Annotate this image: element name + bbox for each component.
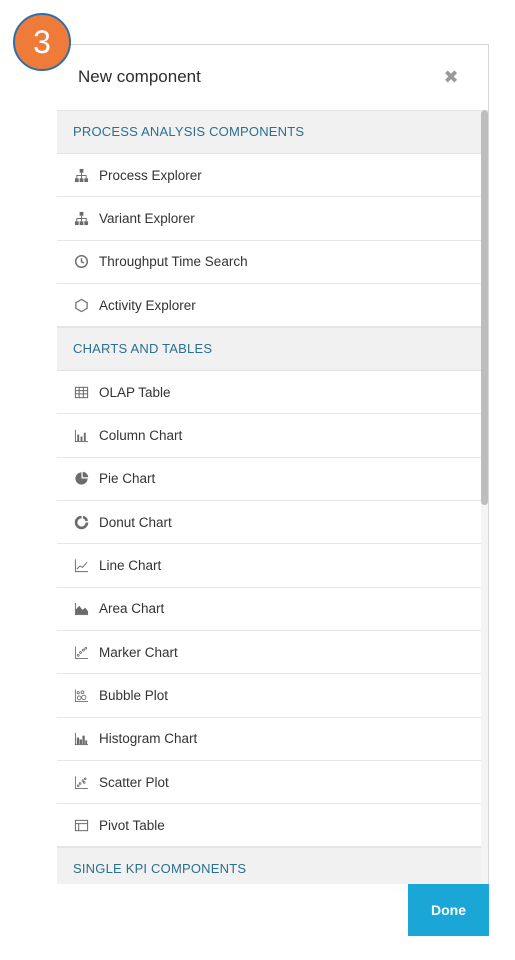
component-item-label: Variant Explorer — [99, 210, 195, 226]
dialog-header: New component ✖ — [57, 45, 488, 110]
section-header: CHARTS AND TABLES — [57, 327, 482, 372]
component-item-label: OLAP Table — [99, 384, 171, 400]
footer-area — [57, 884, 408, 936]
component-item-bubble-plot[interactable]: Bubble Plot — [57, 674, 482, 718]
component-item-label: Line Chart — [99, 558, 162, 574]
component-item-column-chart[interactable]: Column Chart — [57, 414, 482, 458]
hierarchy-icon — [73, 167, 89, 183]
component-item-label: Pie Chart — [99, 471, 156, 487]
component-item-pivot-table[interactable]: Pivot Table — [57, 804, 482, 848]
scatter-plot-icon — [73, 774, 89, 790]
component-item-label: Throughput Time Search — [99, 254, 248, 270]
table-icon — [73, 384, 89, 400]
hierarchy-icon — [73, 210, 89, 226]
marker-chart-icon — [73, 644, 89, 660]
step-badge: 3 — [13, 13, 71, 71]
component-item-label: Process Explorer — [99, 167, 202, 183]
hexagon-icon — [73, 297, 89, 313]
done-button[interactable]: Done — [408, 884, 489, 936]
component-item-area-chart[interactable]: Area Chart — [57, 588, 482, 631]
scrollbar[interactable] — [481, 110, 488, 936]
component-item-label: Histogram Chart — [99, 731, 198, 747]
component-item-scatter-plot[interactable]: Scatter Plot — [57, 761, 482, 805]
component-item-marker-chart[interactable]: Marker Chart — [57, 631, 482, 675]
clock-icon — [73, 254, 89, 270]
component-item-throughput-time-search[interactable]: Throughput Time Search — [57, 241, 482, 284]
section-header: PROCESS ANALYSIS COMPONENTS — [57, 110, 482, 154]
scrollbar-thumb[interactable] — [481, 110, 488, 505]
component-item-olap-table[interactable]: OLAP Table — [57, 371, 482, 415]
component-item-label: Activity Explorer — [99, 297, 196, 313]
close-icon[interactable]: ✖ — [440, 66, 462, 88]
component-item-variant-explorer[interactable]: Variant Explorer — [57, 197, 482, 241]
area-chart-icon — [73, 601, 89, 617]
component-item-process-explorer[interactable]: Process Explorer — [57, 154, 482, 198]
donut-chart-icon — [73, 514, 89, 530]
column-chart-icon — [73, 428, 89, 444]
component-item-label: Column Chart — [99, 428, 183, 444]
component-item-pie-chart[interactable]: Pie Chart — [57, 458, 482, 502]
component-item-line-chart[interactable]: Line Chart — [57, 544, 482, 588]
component-item-label: Donut Chart — [99, 514, 172, 530]
dialog-title: New component — [78, 67, 201, 86]
histogram-icon — [73, 731, 89, 747]
pie-chart-icon — [73, 471, 89, 487]
bubble-plot-icon — [73, 687, 89, 703]
new-component-dialog: New component ✖ PROCESS ANALYSIS COMPONE… — [57, 44, 489, 936]
line-chart-icon — [73, 558, 89, 574]
component-item-label: Scatter Plot — [99, 774, 169, 790]
component-item-activity-explorer[interactable]: Activity Explorer — [57, 284, 482, 328]
component-item-histogram-chart[interactable]: Histogram Chart — [57, 718, 482, 761]
component-item-label: Area Chart — [99, 601, 165, 617]
component-item-label: Pivot Table — [99, 817, 165, 833]
component-list: PROCESS ANALYSIS COMPONENTS Process Explo… — [57, 110, 482, 892]
component-item-donut-chart[interactable]: Donut Chart — [57, 501, 482, 545]
component-item-label: Bubble Plot — [99, 687, 169, 703]
component-item-label: Marker Chart — [99, 644, 178, 660]
pivot-table-icon — [73, 817, 89, 833]
